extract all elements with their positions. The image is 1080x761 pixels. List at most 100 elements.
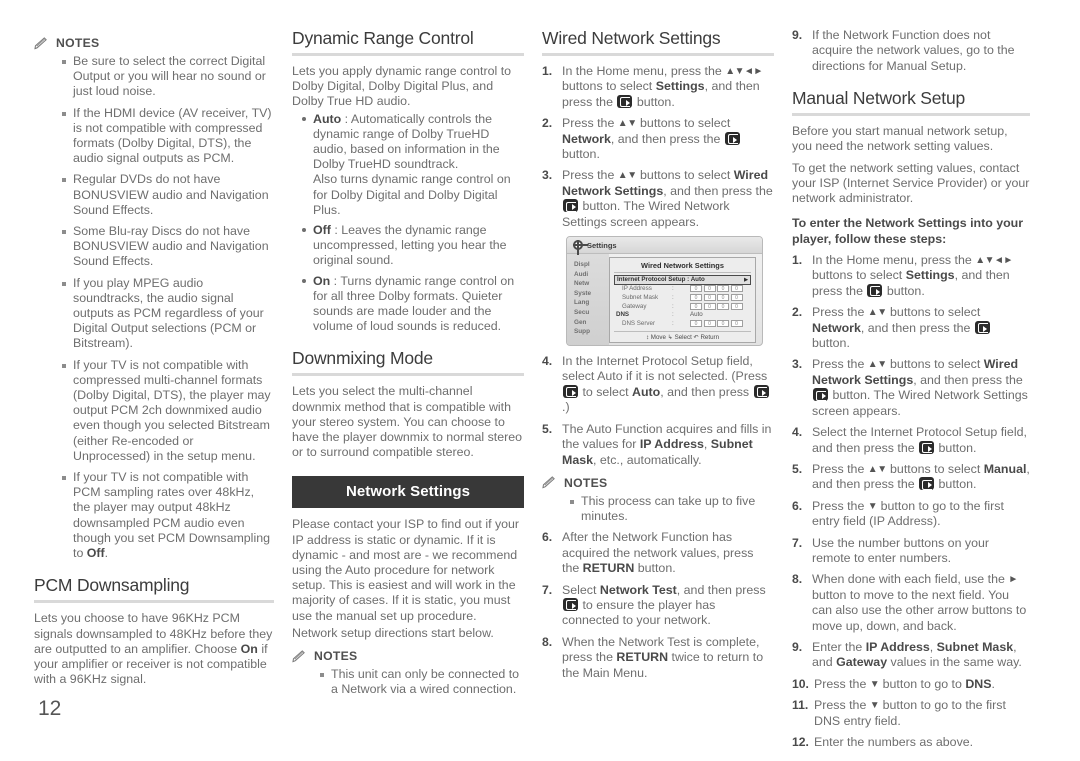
step-body: Enter the IP Address, Subnet Mask, and G…: [812, 640, 1030, 671]
step-text: Press the: [814, 676, 870, 691]
step-number: 6.: [792, 498, 803, 513]
wired-steps-list-2: 4. In the Internet Protocol Setup field, …: [542, 354, 774, 468]
sidebar-item[interactable]: Secu: [574, 308, 609, 318]
list-item: Regular DVDs do not have BONUSVIEW audio…: [62, 172, 274, 218]
step-number: 5.: [792, 461, 803, 476]
emphasis-text: Network: [812, 320, 861, 335]
step-text: button.: [634, 561, 676, 576]
return-hint-icon: ↶: [693, 333, 699, 341]
dns-value: Auto: [690, 311, 703, 319]
step-text: In the Internet Protocol Setup field, se…: [562, 354, 768, 384]
step-body: Enter the numbers as above.: [814, 735, 1030, 750]
step-text: , and then press the: [610, 131, 724, 146]
sidebar-item[interactable]: Lang: [574, 298, 609, 308]
octet-box[interactable]: 0: [690, 285, 702, 293]
list-item: 8. When the Network Test is complete, pre…: [542, 635, 774, 681]
sidebar-item[interactable]: Audi: [574, 270, 609, 280]
notes-list-pcm: If your TV is not compatible with PCM sa…: [34, 470, 274, 561]
list-item: 6. Press the ▼ button to go to the first …: [792, 499, 1030, 530]
list-item: Be sure to select the correct Digital Ou…: [62, 54, 274, 100]
colon: :: [672, 293, 674, 301]
step-body: When the Network Test is complete, press…: [562, 635, 774, 681]
octet-box[interactable]: 0: [690, 293, 702, 301]
network-field-rows: IP Address:0 0 0 0 Subnet Mask:0 0 0 0 Gateway:0…: [614, 285, 751, 311]
list-item: 9. If the Network Function does not acqu…: [792, 28, 1030, 74]
list-item: Some Blu-ray Discs do not have BONUSVIEW…: [62, 224, 274, 270]
step-text: Use the number buttons on your remote to…: [812, 535, 990, 565]
step-body: The Auto Function acquires and fills in …: [562, 422, 774, 468]
sidebar-item[interactable]: Gen: [574, 318, 609, 328]
step-text: Enter the: [812, 639, 866, 654]
octet-box[interactable]: 0: [730, 285, 743, 293]
option-name: Auto: [313, 111, 342, 126]
internet-protocol-setup-row[interactable]: Internet Protocol Setup : Auto ▶: [614, 275, 751, 285]
list-item: If the HDMI device (AV receiver, TV) is …: [62, 106, 274, 167]
pcm-text-bold: On: [240, 641, 258, 656]
option-extra: Also turns dynamic range control on for …: [313, 172, 511, 217]
step-body: Press the ▲▼ buttons to select Network, …: [562, 116, 774, 162]
list-item: If your TV is not compatible with PCM sa…: [62, 470, 274, 561]
emphasis-text: DNS: [965, 676, 992, 691]
dynamic-range-control-section: Dynamic Range Control Lets you apply dyn…: [292, 28, 524, 334]
step-number: 10.: [792, 676, 809, 691]
step-number: 7.: [792, 535, 803, 550]
list-item: On : Turns dynamic range control on for …: [302, 274, 524, 335]
gear-icon: [572, 239, 588, 255]
wired-steps-list: 1. In the Home menu, press the ▲▼◄► butto…: [542, 64, 774, 230]
arrow-buttons-icon: ▼: [869, 700, 880, 712]
octet-box[interactable]: 0: [703, 293, 716, 301]
step-number: 4.: [542, 354, 553, 369]
step-text: Press the: [812, 305, 868, 320]
step-text: values in the same way.: [887, 655, 1022, 670]
step-number: 12.: [792, 735, 809, 750]
network-field-row[interactable]: Gateway:0 0 0 0: [614, 302, 751, 311]
network-field-row[interactable]: IP Address:0 0 0 0: [614, 285, 751, 294]
list-item: Off : Leaves the dynamic range uncompres…: [302, 223, 524, 269]
note-bold: Off: [86, 546, 105, 561]
step-text: to select: [579, 384, 633, 399]
dns-server-row[interactable]: DNS Server : 0000: [614, 319, 751, 328]
step-number: 7.: [542, 582, 553, 597]
octet-box[interactable]: 0: [717, 293, 729, 301]
octet-box[interactable]: 0: [703, 319, 716, 327]
step-body: In the Home menu, press the ▲▼◄► buttons…: [812, 253, 1030, 299]
list-item: 6. After the Network Function has acquire…: [542, 530, 774, 576]
divider: [792, 113, 1030, 117]
octet-box[interactable]: 0: [703, 302, 716, 310]
sidebar-item[interactable]: Syste: [574, 289, 609, 299]
sidebar-item[interactable]: Displ: [574, 260, 609, 270]
step-body: After the Network Function has acquired …: [562, 530, 774, 576]
octet-box[interactable]: 0: [730, 319, 743, 327]
emphasis-text: Network: [562, 131, 611, 146]
step-text: buttons to select: [636, 168, 734, 183]
step-body: Press the ▲▼ buttons to select Manual, a…: [812, 462, 1030, 493]
divider: [292, 53, 524, 56]
emphasis-text: Gateway: [836, 655, 888, 670]
octet-box[interactable]: 0: [717, 302, 729, 310]
octet-box[interactable]: 0: [690, 302, 702, 310]
octet-box[interactable]: 0: [730, 302, 743, 310]
list-item: 12. Enter the numbers as above.: [792, 735, 1030, 750]
octet-box[interactable]: 0: [730, 293, 743, 301]
step-text: .): [562, 400, 570, 415]
manual-intro-2: To get the network setting values, conta…: [792, 160, 1030, 206]
arrow-buttons-icon: ►: [1008, 574, 1018, 586]
octet-box[interactable]: 0: [717, 319, 729, 327]
dns-row[interactable]: DNS : Auto: [614, 310, 751, 319]
network-field-row[interactable]: Subnet Mask:0 0 0 0: [614, 293, 751, 302]
field-label: Subnet Mask: [622, 293, 659, 301]
octet-box[interactable]: 0: [717, 285, 729, 293]
pencil-icon: [34, 36, 49, 50]
step-body: Press the ▼ button to go to the first en…: [812, 499, 1030, 530]
pcm-downsampling-section: PCM Downsampling Lets you choose to have…: [34, 575, 274, 687]
octet-boxes: 0000: [690, 302, 743, 310]
octet-box[interactable]: 0: [703, 285, 716, 293]
step-text: , and then press: [676, 582, 766, 597]
enter-button-icon: [753, 384, 769, 398]
notes-list: Be sure to select the correct Digital Ou…: [34, 54, 274, 464]
octet-box[interactable]: 0: [690, 319, 702, 327]
step-body: Select the Internet Protocol Setup field…: [812, 425, 1030, 456]
sidebar-item[interactable]: Supp: [574, 327, 609, 337]
emphasis-text: Manual: [983, 461, 1027, 476]
sidebar-item[interactable]: Netw: [574, 279, 609, 289]
